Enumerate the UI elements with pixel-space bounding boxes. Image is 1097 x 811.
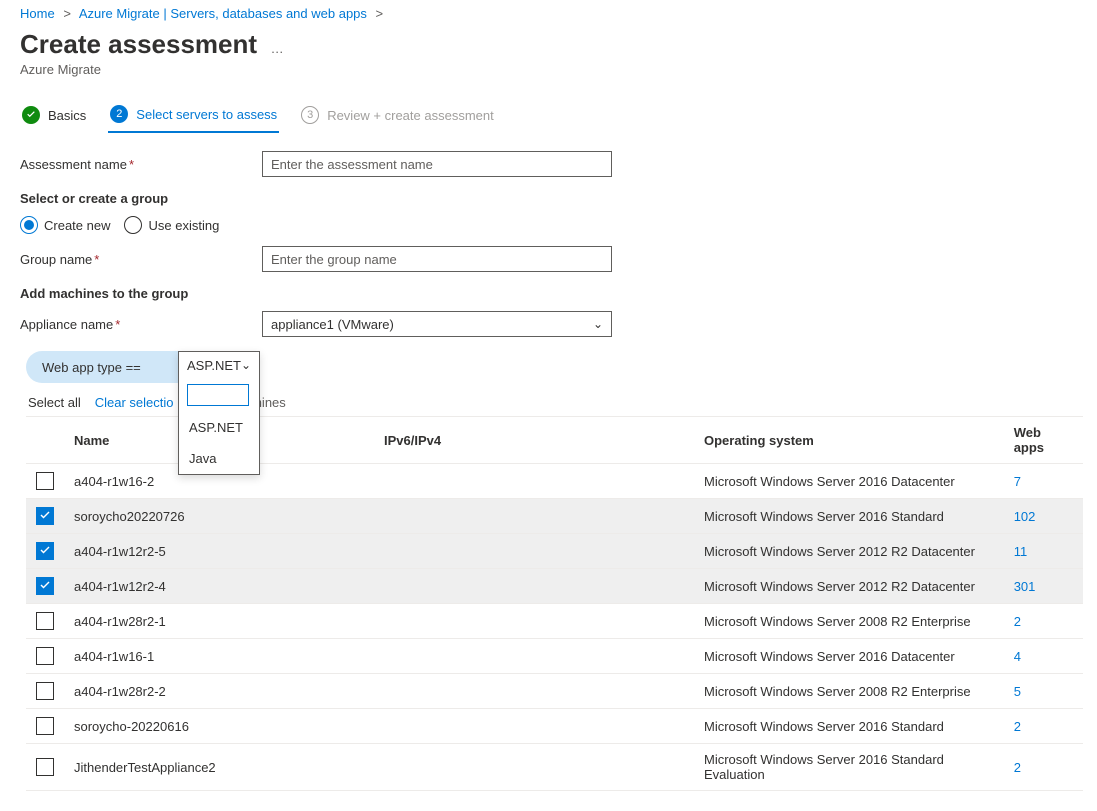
cell-name: JithenderTestAppliance2 [64, 744, 374, 791]
cell-os: Microsoft Windows Server 2008 R2 Enterpr… [694, 674, 1004, 709]
cell-ip [374, 569, 694, 604]
table-row[interactable]: a404-r1w12r2-4 Microsoft Windows Server 2… [26, 569, 1083, 604]
group-section-header: Select or create a group [20, 191, 1077, 206]
tab-basics-label: Basics [48, 108, 86, 123]
table-row[interactable]: a404-r1w28r2-2 Microsoft Windows Server 2… [26, 674, 1083, 709]
cell-webapps[interactable]: 301 [1004, 569, 1083, 604]
cell-os: Microsoft Windows Server 2012 R2 Datacen… [694, 534, 1004, 569]
row-checkbox[interactable] [36, 577, 54, 595]
breadcrumb-section[interactable]: Azure Migrate | Servers, databases and w… [79, 6, 367, 21]
cell-webapps[interactable]: 7 [1004, 464, 1083, 499]
cell-name: a404-r1w12r2-4 [64, 569, 374, 604]
row-checkbox[interactable] [36, 758, 54, 776]
step-number-icon: 2 [110, 105, 128, 123]
cell-ip [374, 744, 694, 791]
more-actions-button[interactable]: … [271, 41, 284, 56]
radio-create-new[interactable]: Create new [20, 216, 110, 234]
cell-os: Microsoft Windows Server 2016 Standard E… [694, 744, 1004, 791]
table-row[interactable]: soroycho-20220616 Microsoft Windows Serve… [26, 709, 1083, 744]
cell-webapps[interactable]: 2 [1004, 744, 1083, 791]
dropdown-filter-input[interactable] [187, 384, 249, 406]
chevron-down-icon: ⌄ [593, 317, 603, 331]
page-subtitle: Azure Migrate [20, 62, 1077, 77]
breadcrumb-home[interactable]: Home [20, 6, 55, 21]
column-header-os[interactable]: Operating system [694, 417, 1004, 464]
radio-use-existing-label: Use existing [148, 218, 219, 233]
cell-ip [374, 674, 694, 709]
wizard-tabs: Basics 2 Select servers to assess 3 Revi… [20, 99, 1077, 133]
tab-review-label: Review + create assessment [327, 108, 494, 123]
cell-name: soroycho-20220616 [64, 709, 374, 744]
cell-ip [374, 709, 694, 744]
column-header-webapps[interactable]: Web apps [1004, 417, 1083, 464]
filter-pill-label: Web app type == [42, 360, 141, 375]
cell-name: a404-r1w16-1 [64, 639, 374, 674]
page-title: Create assessment [20, 29, 257, 60]
row-checkbox[interactable] [36, 507, 54, 525]
group-name-input[interactable] [262, 246, 612, 272]
cell-os: Microsoft Windows Server 2016 Standard [694, 709, 1004, 744]
filter-pill-web-app-type[interactable]: Web app type == [26, 351, 201, 383]
web-app-type-selected: ASP.NET [187, 358, 241, 373]
assessment-name-input[interactable] [262, 151, 612, 177]
table-row[interactable]: JithenderTestAppliance2 Microsoft Windows… [26, 744, 1083, 791]
step-number-icon: 3 [301, 106, 319, 124]
table-row[interactable]: soroycho20220726 Microsoft Windows Server… [26, 499, 1083, 534]
tab-review: 3 Review + create assessment [299, 100, 496, 132]
dropdown-option-aspnet[interactable]: ASP.NET [179, 412, 259, 443]
tab-select-servers[interactable]: 2 Select servers to assess [108, 99, 279, 133]
row-checkbox[interactable] [36, 647, 54, 665]
group-mode-radio-group: Create new Use existing [20, 216, 1077, 234]
appliance-name-value: appliance1 (VMware) [271, 317, 394, 332]
assessment-name-label: Assessment name* [20, 157, 262, 172]
cell-ip [374, 464, 694, 499]
breadcrumb-sep: > [371, 6, 389, 21]
appliance-name-select[interactable]: appliance1 (VMware) ⌄ [262, 311, 612, 337]
breadcrumb: Home > Azure Migrate | Servers, database… [20, 4, 1077, 23]
cell-name: a404-r1w12r2-5 [64, 534, 374, 569]
cell-os: Microsoft Windows Server 2016 Datacenter [694, 639, 1004, 674]
cell-webapps[interactable]: 2 [1004, 604, 1083, 639]
row-checkbox[interactable] [36, 542, 54, 560]
cell-webapps[interactable]: 4 [1004, 639, 1083, 674]
check-icon [22, 106, 40, 124]
cell-name: a404-r1w28r2-2 [64, 674, 374, 709]
clear-selection-link[interactable]: Clear selectio [95, 395, 174, 410]
dropdown-option-java[interactable]: Java [179, 443, 259, 474]
cell-os: Microsoft Windows Server 2012 R2 Datacen… [694, 569, 1004, 604]
cell-name: soroycho20220726 [64, 499, 374, 534]
table-row[interactable]: a404-r1w12r2-5 Microsoft Windows Server 2… [26, 534, 1083, 569]
cell-webapps[interactable]: 5 [1004, 674, 1083, 709]
appliance-name-label: Appliance name* [20, 317, 262, 332]
cell-ip [374, 534, 694, 569]
cell-ip [374, 604, 694, 639]
table-row[interactable]: a404-r1w16-1 Microsoft Windows Server 201… [26, 639, 1083, 674]
group-name-label: Group name* [20, 252, 262, 267]
tab-select-label: Select servers to assess [136, 107, 277, 122]
cell-webapps[interactable]: 102 [1004, 499, 1083, 534]
breadcrumb-sep: > [58, 6, 76, 21]
cell-os: Microsoft Windows Server 2016 Standard [694, 499, 1004, 534]
cell-ip [374, 639, 694, 674]
tab-basics[interactable]: Basics [20, 100, 88, 132]
row-checkbox[interactable] [36, 612, 54, 630]
radio-use-existing[interactable]: Use existing [124, 216, 219, 234]
cell-os: Microsoft Windows Server 2008 R2 Enterpr… [694, 604, 1004, 639]
web-app-type-dropdown: ASP.NET ⌄ ASP.NET Java [178, 351, 260, 475]
cell-webapps[interactable]: 2 [1004, 709, 1083, 744]
select-all-link[interactable]: Select all [28, 395, 81, 410]
chevron-down-icon: ⌄ [241, 358, 251, 372]
radio-create-new-label: Create new [44, 218, 110, 233]
row-checkbox[interactable] [36, 717, 54, 735]
cell-name: a404-r1w28r2-1 [64, 604, 374, 639]
table-row[interactable]: a404-r1w28r2-1 Microsoft Windows Server 2… [26, 604, 1083, 639]
row-checkbox[interactable] [36, 682, 54, 700]
column-header-ip[interactable]: IPv6/IPv4 [374, 417, 694, 464]
cell-webapps[interactable]: 11 [1004, 534, 1083, 569]
row-checkbox[interactable] [36, 472, 54, 490]
cell-ip [374, 499, 694, 534]
machines-section-header: Add machines to the group [20, 286, 1077, 301]
web-app-type-select[interactable]: ASP.NET ⌄ [179, 352, 259, 378]
cell-os: Microsoft Windows Server 2016 Datacenter [694, 464, 1004, 499]
